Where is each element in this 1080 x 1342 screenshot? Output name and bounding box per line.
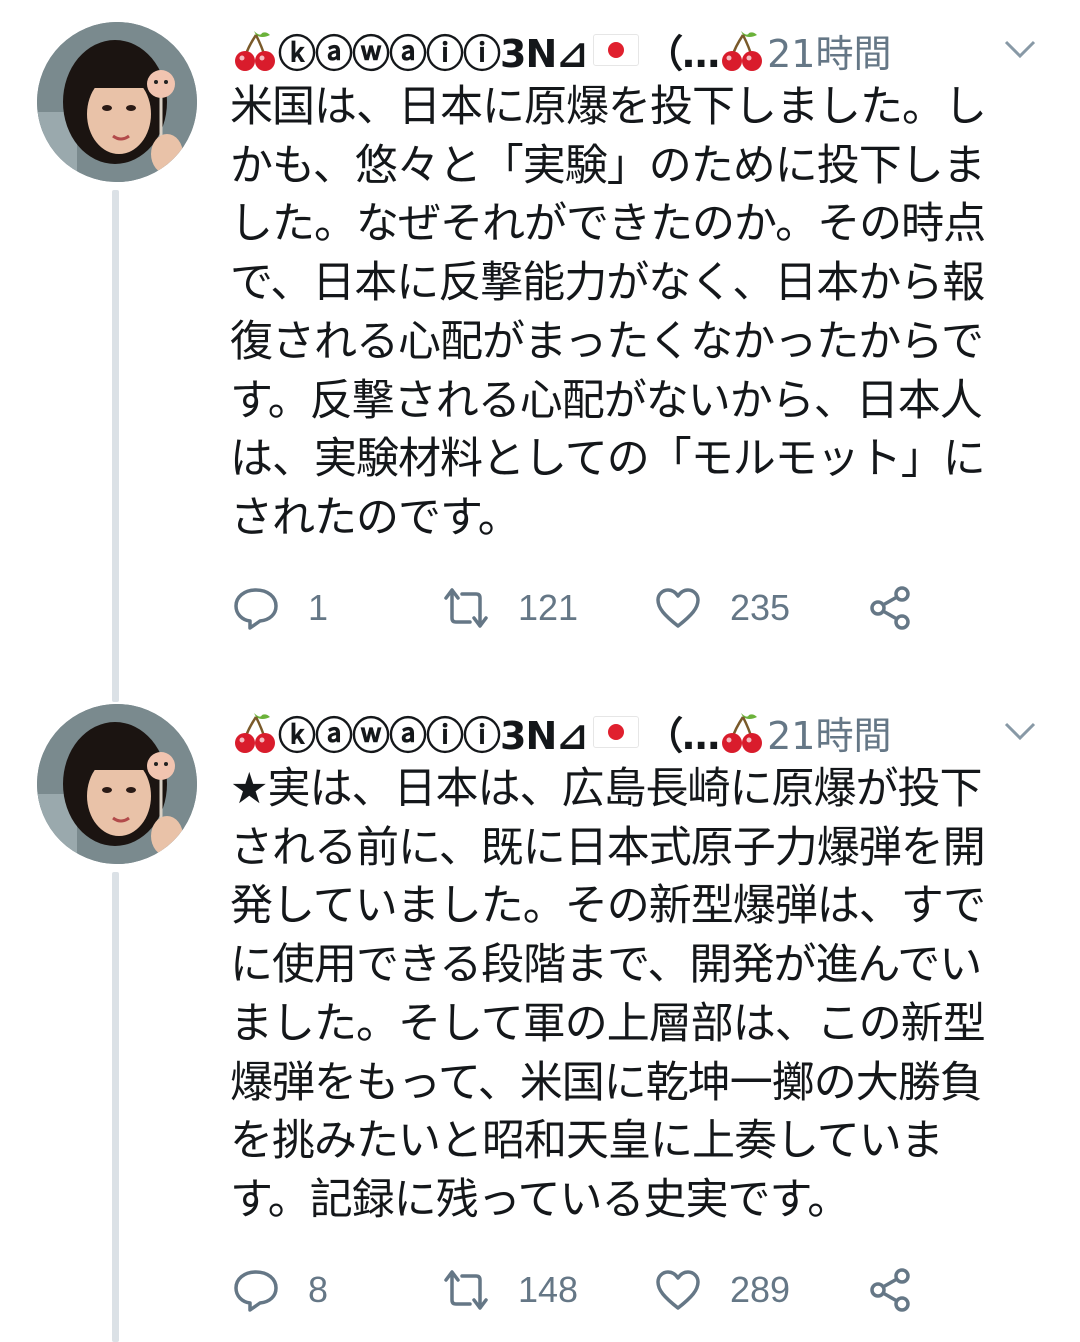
japan-flag-icon	[593, 34, 640, 66]
tweet-line: ました。そして軍の上層部は、この新型	[230, 998, 986, 1049]
display-name-suffix: （…	[645, 713, 720, 758]
tweet-line: に使用できる段階まで、開発が進んでい	[230, 940, 982, 991]
tweet-line: されたのです。	[230, 492, 521, 543]
tweet-line: 米国は、日本に原爆を投下しました。し	[230, 82, 987, 132]
tweet-line: した。なぜそれができたのか。その時点	[230, 199, 986, 250]
avatar[interactable]	[37, 22, 197, 182]
tweet-line: は、実験材料としての「モルモット」に	[230, 434, 986, 485]
tweet-text: ★実は、日本は、広島長崎に原爆が投下 される前に、既に日本式原子力爆弾を開 発し…	[230, 760, 1010, 1230]
tweet-actions: 8 148 289	[230, 1260, 950, 1320]
reply-icon	[234, 1270, 278, 1312]
timestamp[interactable]: 21時間	[767, 705, 891, 760]
tweet-actions: 1 121 235	[230, 578, 950, 638]
tweet-line: 爆弾をもって、米国に乾坤一擲の大勝負	[230, 1057, 983, 1108]
share-icon	[870, 586, 910, 630]
tweet[interactable]: ⓚⓐⓦⓐⓘⓘ3N⊿ （… 21時間 ★実は、日本は、広島長崎に原爆が投下 される…	[0, 682, 1080, 1342]
share-icon	[870, 1268, 910, 1312]
cherry-icon	[235, 713, 275, 753]
timestamp[interactable]: 21時間	[767, 23, 891, 78]
cherry-icon	[722, 31, 763, 71]
retweet-icon	[444, 1270, 488, 1310]
tweet-line: を挑みたいと昭和天皇に上奏していま	[230, 1116, 944, 1167]
tweet-line: される前に、既に日本式原子力爆弾を開	[230, 822, 986, 873]
tweet-line: かも、悠々と「実験」のために投下しま	[230, 140, 986, 191]
display-name[interactable]: ⓚⓐⓦⓐⓘⓘ3N⊿ （…	[232, 23, 765, 78]
chevron-down-icon[interactable]	[1000, 710, 1040, 750]
display-name-text: ⓚⓐⓦⓐⓘⓘ3N⊿	[278, 713, 588, 758]
tweet-header: ⓚⓐⓦⓐⓘⓘ3N⊿ （… 21時間	[232, 22, 1052, 78]
tweet-line: で、日本に反撃能力がなく、日本から報	[230, 258, 985, 309]
like-icon	[656, 1270, 700, 1310]
chevron-down-icon[interactable]	[1000, 28, 1040, 68]
display-name[interactable]: ⓚⓐⓦⓐⓘⓘ3N⊿ （…	[232, 705, 765, 760]
cherry-icon	[722, 713, 763, 753]
like-button[interactable]: 289	[654, 1260, 790, 1320]
share-button[interactable]	[866, 1260, 942, 1320]
tweet-line: す。反撃される心配がないから、日本人	[230, 375, 983, 426]
like-icon	[656, 588, 700, 628]
reply-count: 8	[308, 1269, 329, 1310]
tweet-header: ⓚⓐⓦⓐⓘⓘ3N⊿ （… 21時間	[232, 704, 1052, 760]
avatar[interactable]	[37, 704, 197, 864]
retweet-count: 148	[518, 1269, 579, 1310]
reply-count: 1	[308, 587, 329, 628]
share-button[interactable]	[866, 578, 942, 638]
reply-button[interactable]: 1	[232, 578, 328, 638]
display-name-suffix: （…	[645, 31, 720, 76]
tweet-line: 発していました。その新型爆弾は、すで	[230, 881, 986, 932]
retweet-count: 121	[518, 587, 579, 628]
cherry-icon	[235, 31, 275, 71]
japan-flag-icon	[593, 716, 640, 748]
retweet-button[interactable]: 148	[442, 1260, 578, 1320]
tweet-text: 米国は、日本に原爆を投下しました。し かも、悠々と「実験」のために投下しま した…	[230, 78, 1010, 548]
reply-button[interactable]: 8	[232, 1260, 328, 1320]
tweet-line: ★実は、日本は、広島長崎に原爆が投下	[230, 764, 983, 814]
retweet-button[interactable]: 121	[442, 578, 578, 638]
like-count: 289	[730, 1269, 791, 1310]
tweet[interactable]: ⓚⓐⓦⓐⓘⓘ3N⊿ （… 21時間 米国は、日本に原爆を投下しました。し かも、…	[0, 0, 1080, 680]
display-name-text: ⓚⓐⓦⓐⓘⓘ3N⊿	[278, 31, 588, 76]
tweet-line: 復される心配がまったくなかったからで	[230, 316, 984, 367]
reply-icon	[234, 588, 278, 630]
like-button[interactable]: 235	[654, 578, 790, 638]
tweet-line: す。記録に残っている史実です。	[230, 1174, 850, 1225]
retweet-icon	[444, 588, 488, 628]
like-count: 235	[730, 587, 791, 628]
